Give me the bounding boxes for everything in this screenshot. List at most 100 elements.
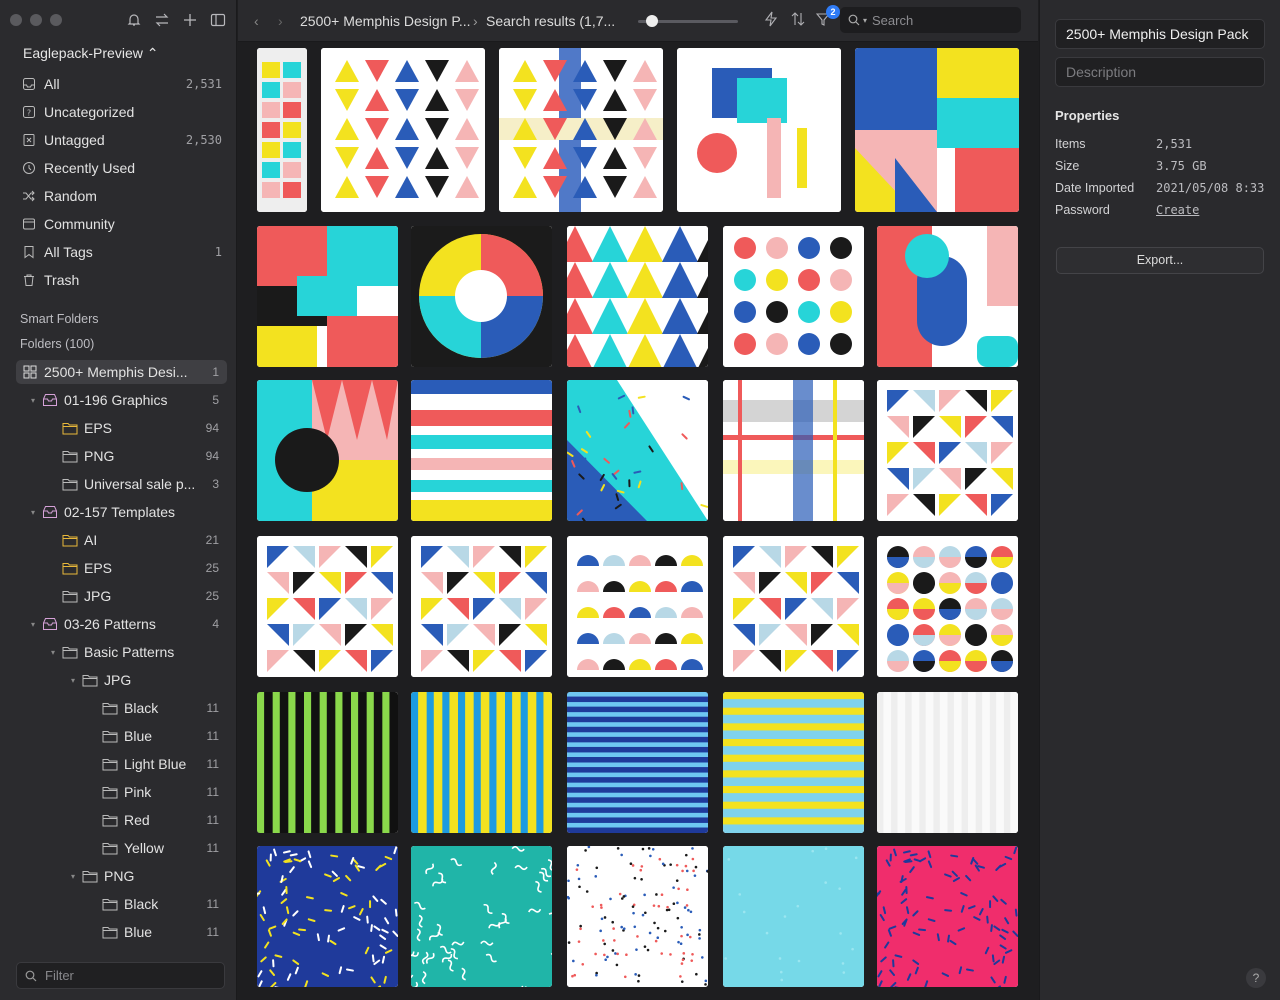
description-field[interactable]: Description [1055, 57, 1265, 87]
thumbnail-stripes-green[interactable] [257, 692, 398, 833]
thumbnail-tile-b[interactable] [411, 536, 552, 677]
sidebar-item-recently-used[interactable]: Recently Used [22, 157, 222, 179]
sidebar-item-untagged[interactable]: Untagged 2,530 [22, 129, 222, 151]
lightning-icon[interactable] [764, 11, 778, 30]
folder-item-02-157-templates[interactable]: ▾ 02-157 Templates [28, 500, 227, 524]
chevron-down-icon[interactable]: ▾ [28, 620, 38, 629]
folder-item-blue[interactable]: Blue 11 [88, 724, 227, 748]
folder-item-ai[interactable]: AI 21 [48, 528, 227, 552]
sidebar-tools [126, 12, 226, 28]
sidebar-item-label: Uncategorized [44, 104, 135, 120]
chevron-down-icon[interactable]: ▾ [863, 16, 867, 25]
chevron-down-icon[interactable]: ▾ [48, 648, 58, 657]
folder-item-png[interactable]: ▾ PNG [68, 864, 227, 888]
folder-label: Universal sale p... [84, 476, 196, 492]
back-icon[interactable]: ‹ [254, 13, 259, 29]
folder-item-jpg[interactable]: JPG 25 [48, 584, 227, 608]
chevron-down-icon[interactable]: ▾ [68, 676, 78, 685]
thumbnail-triangle-mosaic[interactable] [567, 226, 708, 367]
thumbnail-circle-segments[interactable] [411, 226, 552, 367]
folder-item-eps[interactable]: EPS 94 [48, 416, 227, 440]
thumbnail-stripes-ltblue[interactable] [723, 692, 864, 833]
property-value: 3.75 GB [1156, 159, 1207, 173]
thumbnail-stripes-blue[interactable] [567, 692, 708, 833]
thumbnail-dots-white[interactable] [567, 846, 708, 987]
thumbnail-poster-sheet[interactable] [257, 48, 307, 212]
folder-count: 1 [212, 365, 219, 379]
smart-folders-heading[interactable]: Smart Folders [20, 312, 99, 326]
folder-name-field[interactable]: 2500+ Memphis Design Pack [1055, 19, 1265, 49]
folders-heading[interactable]: Folders (100) [20, 337, 94, 351]
chevron-down-icon[interactable]: ▾ [28, 508, 38, 517]
sidebar-item-all[interactable]: All 2,531 [22, 73, 222, 95]
zoom-slider-knob[interactable] [646, 15, 658, 27]
folder-item-eps[interactable]: EPS 25 [48, 556, 227, 580]
breadcrumb-results[interactable]: Search results (1,7... [486, 13, 615, 29]
thumbnail-triangles-b[interactable] [499, 48, 663, 212]
folder-item-blue[interactable]: Blue 11 [88, 920, 227, 944]
folder-item-basic-patterns[interactable]: ▾ Basic Patterns [48, 640, 227, 664]
folder-item-universal-sale-p[interactable]: Universal sale p... 3 [48, 472, 227, 496]
zoom-window-button[interactable] [50, 14, 62, 26]
thumbnail-collage-patch[interactable] [257, 226, 398, 367]
search-input[interactable]: ▾ Search [840, 7, 1021, 33]
bell-icon[interactable] [126, 12, 142, 28]
filter-count-badge: 2 [826, 5, 840, 19]
thumbnail-zigzag-teal[interactable] [257, 380, 398, 521]
thumbnail-dots-grid[interactable] [723, 226, 864, 367]
export-button[interactable]: Export... [1056, 247, 1264, 274]
folder-item-03-26-patterns[interactable]: ▾ 03-26 Patterns 4 [28, 612, 227, 636]
sync-icon[interactable] [154, 12, 170, 28]
create-password-link[interactable]: Create [1156, 203, 1199, 217]
help-button[interactable]: ? [1246, 968, 1266, 988]
thumbnail-stripes-red[interactable] [411, 380, 552, 521]
thumbnail-tile-c[interactable] [723, 536, 864, 677]
sidebar-toggle-icon[interactable] [210, 12, 226, 28]
thumbnail-stripes-yellow[interactable] [411, 692, 552, 833]
folder-count: 11 [206, 925, 219, 939]
thumbnail-organic-shapes[interactable] [877, 226, 1018, 367]
folder-item-black[interactable]: Black 11 [88, 696, 227, 720]
thumbnail-triangles-a[interactable] [321, 48, 485, 212]
sidebar-item-community[interactable]: Community [22, 213, 222, 235]
folder-label: Yellow [124, 840, 164, 856]
folder-item-pink[interactable]: Pink 11 [88, 780, 227, 804]
folder-item-2500-memphis-desi[interactable]: 2500+ Memphis Desi... 1 [16, 360, 227, 384]
thumbnail-collage-grid[interactable] [855, 48, 1019, 212]
folder-item-red[interactable]: Red 11 [88, 808, 227, 832]
thumbnail-squiggle-teal[interactable] [411, 846, 552, 987]
folder-item-01-196-graphics[interactable]: ▾ 01-196 Graphics 5 [28, 388, 227, 412]
thumbnail-tile-a[interactable] [257, 536, 398, 677]
zoom-slider[interactable] [638, 15, 738, 27]
filter-input[interactable]: Filter [16, 962, 225, 989]
folder-item-png[interactable]: PNG 94 [48, 444, 227, 468]
minimize-window-button[interactable] [30, 14, 42, 26]
thumbnail-confetti-diagonal[interactable] [567, 380, 708, 521]
folder-item-light-blue[interactable]: Light Blue 11 [88, 752, 227, 776]
thumbnail-tile-triangles[interactable] [877, 380, 1018, 521]
sidebar-item-all-tags[interactable]: All Tags 1 [22, 241, 222, 263]
chevron-down-icon[interactable]: ▾ [28, 396, 38, 405]
forward-icon[interactable]: › [278, 13, 283, 29]
thumbnail-tile-circles[interactable] [877, 536, 1018, 677]
folder-item-black[interactable]: Black 11 [88, 892, 227, 916]
folder-item-yellow[interactable]: Yellow 11 [88, 836, 227, 860]
thumbnail-tile-semicircles[interactable] [567, 536, 708, 677]
chevron-down-icon[interactable]: ▾ [68, 872, 78, 881]
thumbnail-dashes-pink[interactable] [877, 846, 1018, 987]
thumbnail-stripes-grey[interactable] [877, 692, 1018, 833]
sidebar-item-uncategorized[interactable]: ? Uncategorized [22, 101, 222, 123]
add-icon[interactable] [182, 12, 198, 28]
library-switcher[interactable]: Eaglepack-Preview ⌃ [23, 45, 158, 62]
folder-item-jpg[interactable]: ▾ JPG [68, 668, 227, 692]
thumbnail-confetti-navy[interactable] [257, 846, 398, 987]
sidebar-item-trash[interactable]: Trash [22, 269, 222, 291]
sidebar-item-random[interactable]: Random [22, 185, 222, 207]
thumbnail-solid-skyblue[interactable] [723, 846, 864, 987]
close-window-button[interactable] [10, 14, 22, 26]
thumbnail-plaid[interactable] [723, 380, 864, 521]
thumbnail-blobs-teal[interactable] [677, 48, 841, 212]
breadcrumb-folder[interactable]: 2500+ Memphis Design P... [300, 13, 471, 29]
folder-label: Blue [124, 924, 153, 940]
sort-icon[interactable] [790, 11, 806, 30]
